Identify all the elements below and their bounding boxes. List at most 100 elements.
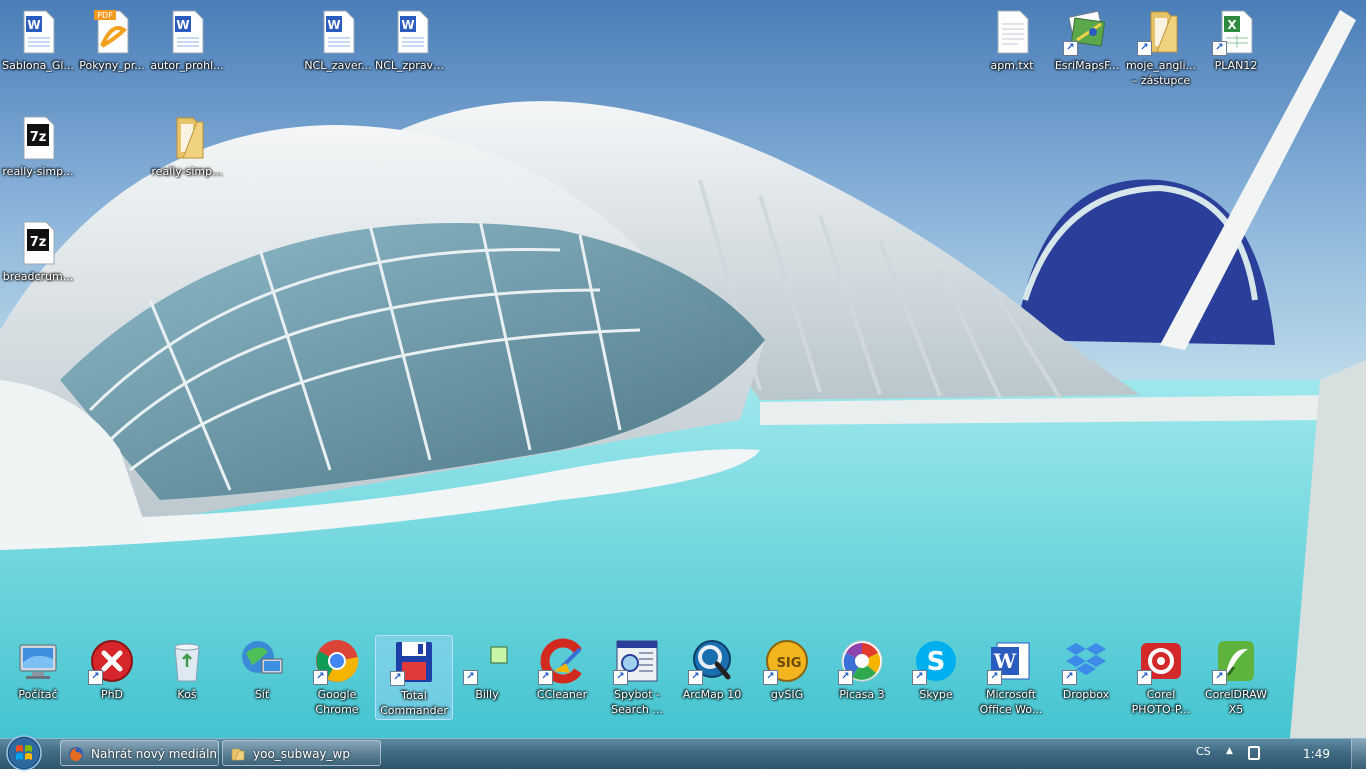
desktop-icon-label: Počítač (18, 688, 58, 701)
gvsig-icon: SIG ↗ (763, 637, 811, 685)
desktop-icon-gvsig[interactable]: SIG ↗ gvSIG (749, 637, 825, 702)
svg-text:SIG: SIG (777, 656, 802, 671)
shortcut-arrow-icon: ↗ (912, 670, 927, 685)
taskbar-button-firefox[interactable]: Nahrát nový mediáln... (60, 740, 219, 766)
desktop-icon-apm-txt[interactable]: apm.txt (974, 8, 1050, 73)
phd-icon: ↗ (88, 637, 136, 685)
desktop-icon-label: really-simp... (151, 165, 223, 178)
desktop-icon-really-simp-7z[interactable]: 7z really-simp... (0, 114, 76, 179)
desktop-icon-label: Google Chrome (315, 688, 359, 716)
esri-maps-icon: ↗ (1063, 8, 1111, 56)
chrome-icon: ↗ (313, 637, 361, 685)
desktop-icon-total-commander[interactable]: ↗ Total Commander (375, 635, 453, 720)
desktop-icon-really-simp-folder[interactable]: really-simp... (149, 114, 225, 179)
desktop-icon-ccleaner[interactable]: ↗ CCleaner (524, 637, 600, 702)
network-icon (238, 637, 286, 685)
start-button[interactable] (4, 734, 44, 772)
desktop-icon-label: PLAN12 (1214, 59, 1258, 72)
desktop-icon-breadcrum-7z[interactable]: 7z breadcrum... (0, 219, 76, 284)
desktop-icon-picasa[interactable]: ↗ Picasa 3 (824, 637, 900, 702)
desktop-icon-label: EsriMapsF... (1054, 59, 1120, 72)
desktop-icon-phd[interactable]: ↗ PhD (74, 637, 150, 702)
skype-icon: S ↗ (912, 637, 960, 685)
desktop-icon-label: CorelDRAW X5 (1205, 688, 1267, 716)
shortcut-arrow-icon: ↗ (390, 671, 405, 686)
taskbar-button-label: Nahrát nový mediáln... (91, 747, 219, 761)
desktop-icon-microsoft-word[interactable]: W ↗ Microsoft Office Wo... (973, 637, 1049, 717)
desktop-icon-label: CCleaner (536, 688, 588, 701)
excel-document-icon: X ↗ (1212, 8, 1260, 56)
svg-text:S: S (927, 647, 946, 677)
desktop-icon-label: really-simp... (2, 165, 74, 178)
recycle-bin-icon (163, 637, 211, 685)
desktop-icon-label: breadcrum... (2, 270, 74, 283)
desktop-icon-kos[interactable]: Koš (149, 637, 225, 702)
shortcut-arrow-icon: ↗ (1137, 670, 1152, 685)
svg-text:PDF: PDF (97, 11, 113, 20)
desktop-icon-pocitac[interactable]: Počítač (0, 637, 76, 702)
desktop-icon-dropbox[interactable]: ↗ Dropbox (1048, 637, 1124, 702)
desktop-icon-pokyny[interactable]: PDF Pokyny_pr... (74, 8, 150, 73)
shortcut-arrow-icon: ↗ (987, 670, 1002, 685)
ccleaner-icon: ↗ (538, 637, 586, 685)
word-document-icon: W (314, 8, 362, 56)
shortcut-arrow-icon: ↗ (1062, 670, 1077, 685)
desktop-icon-label: Picasa 3 (839, 688, 885, 701)
desktop-icon-billy[interactable]: ↗ Billy (449, 637, 525, 702)
coreldraw-icon: ↗ (1212, 637, 1260, 685)
shortcut-arrow-icon: ↗ (1137, 41, 1152, 56)
desktop-icon-spybot[interactable]: ↗ Spybot - Search ... (599, 637, 675, 717)
show-hidden-icons-arrow-icon[interactable]: ▲ (1226, 746, 1233, 756)
desktop-icon-coreldraw[interactable]: ↗ CorelDRAW X5 (1198, 637, 1274, 717)
taskbar-button-folder[interactable]: yoo_subway_wp (222, 740, 381, 766)
shortcut-arrow-icon: ↗ (1063, 41, 1078, 56)
desktop-icon-moje-angli[interactable]: ↗ moje_angli... – zástupce (1123, 8, 1199, 88)
desktop-icon-label: Koš (177, 688, 197, 701)
wallpaper-image (0, 0, 1366, 738)
desktop[interactable]: W Sablona_Gl... PDF Pokyny_pr... W autor… (0, 0, 1366, 738)
folder-icon (231, 748, 245, 761)
desktop-icon-autor[interactable]: W autor_prohl... (149, 8, 225, 73)
clock[interactable]: 1:49 (1303, 747, 1330, 761)
svg-text:W: W (176, 18, 189, 32)
desktop-icon-arcmap[interactable]: ↗ ArcMap 10 (674, 637, 750, 702)
shortcut-arrow-icon: ↗ (763, 670, 778, 685)
desktop-icon-ncl-zaver[interactable]: W NCL_zaver... (300, 8, 376, 73)
desktop-icon-label: moje_angli... – zástupce (1125, 59, 1197, 87)
desktop-icon-label: Skype (919, 688, 953, 701)
folder-icon: ↗ (1137, 8, 1185, 56)
arcmap-icon: ↗ (688, 637, 736, 685)
firefox-icon (69, 747, 83, 761)
windows-logo-icon (6, 735, 42, 771)
shortcut-arrow-icon: ↗ (613, 670, 628, 685)
action-center-icon[interactable] (1248, 746, 1260, 760)
desktop-icon-corel-photo-paint[interactable]: ↗ Corel PHOTO-P... (1123, 637, 1199, 717)
svg-text:W: W (401, 18, 414, 32)
svg-text:W: W (327, 18, 340, 32)
text-file-icon (988, 8, 1036, 56)
desktop-icon-label: NCL_zprava... (375, 59, 450, 72)
desktop-icon-label: autor_prohl... (150, 59, 224, 72)
desktop-icon-label: gvSIG (770, 688, 804, 701)
show-desktop-button[interactable] (1351, 739, 1366, 769)
corel-photo-paint-icon: ↗ (1137, 637, 1185, 685)
desktop-icon-label: Microsoft Office Wo... (979, 688, 1043, 716)
desktop-icon-sablona[interactable]: W Sablona_Gl... (0, 8, 76, 73)
shortcut-arrow-icon: ↗ (688, 670, 703, 685)
word-document-icon: W (163, 8, 211, 56)
desktop-icon-label: apm.txt (990, 59, 1034, 72)
language-indicator[interactable]: CS (1196, 745, 1211, 758)
shortcut-arrow-icon: ↗ (313, 670, 328, 685)
svg-text:7z: 7z (30, 235, 47, 250)
spybot-icon: ↗ (613, 637, 661, 685)
desktop-icon-label: NCL_zaver... (304, 59, 372, 72)
desktop-icon-esrimaps[interactable]: ↗ EsriMapsF... (1049, 8, 1125, 73)
desktop-icon-google-chrome[interactable]: ↗ Google Chrome (299, 637, 375, 717)
taskbar: Nahrát nový mediáln... yoo_subway_wp CS … (0, 735, 1366, 771)
desktop-icon-label: Pokyny_pr... (79, 59, 145, 72)
desktop-icon-sit[interactable]: Síť (224, 637, 300, 702)
desktop-icon-ncl-zprava[interactable]: W NCL_zprava... (374, 8, 450, 73)
desktop-icon-label: PhD (100, 688, 124, 701)
desktop-icon-plan12[interactable]: X ↗ PLAN12 (1198, 8, 1274, 73)
desktop-icon-skype[interactable]: S ↗ Skype (898, 637, 974, 702)
